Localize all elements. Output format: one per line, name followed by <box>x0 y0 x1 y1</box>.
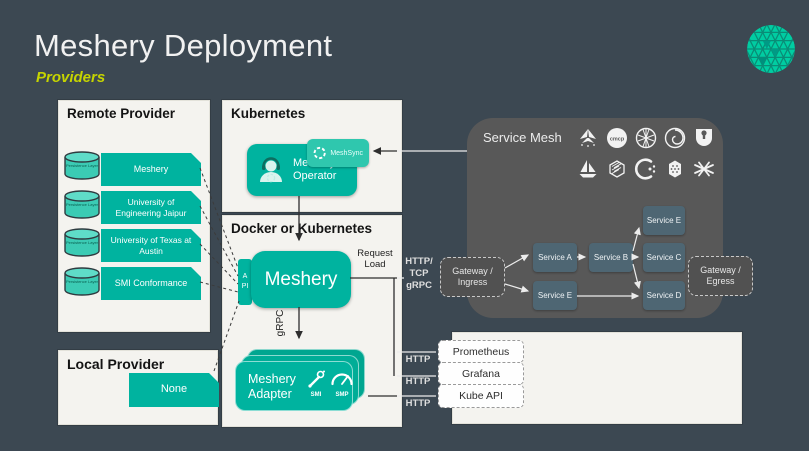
local-provider-title: Local Provider <box>67 356 164 372</box>
service-node-label: Service E <box>647 216 681 225</box>
service-node: Service A <box>533 243 577 272</box>
remote-provider-item: SMI Conformance <box>101 267 201 300</box>
remote-provider-item-label: SMI Conformance <box>115 278 188 289</box>
gateway-egress-box: Gateway / Egress <box>688 256 753 296</box>
remote-provider-item-label: Meshery <box>134 164 169 175</box>
service-node-label: Service D <box>647 291 682 300</box>
gateway-ingress-label: Gateway / Ingress <box>447 266 498 289</box>
kube-api-box: Kube API <box>438 384 524 408</box>
persistence-layer-label: Persistence Layer <box>65 203 99 207</box>
service-node: Service E <box>533 281 577 310</box>
http-label: HTTP <box>400 398 436 410</box>
meshery-logo-icon <box>746 24 796 74</box>
grafana-label: Grafana <box>462 368 500 380</box>
persistence-layer-label: Persistence Layer <box>65 241 99 245</box>
gateway-ingress-box: Gateway / Ingress <box>440 257 505 297</box>
service-node: Service D <box>643 281 685 310</box>
docker-kubernetes-title: Docker or Kubernetes <box>231 221 372 236</box>
remote-provider-title: Remote Provider <box>67 106 175 121</box>
weave-icon <box>692 157 716 181</box>
remote-provider-panel: Remote Provider Persistence Layer Mesher… <box>58 100 210 332</box>
request-load-label: Request Load <box>353 248 397 271</box>
svg-text:cmcp: cmcp <box>610 137 625 143</box>
shield-u-icon <box>692 126 716 150</box>
grpc-label: gRPC <box>275 303 289 343</box>
service-node-label: Service E <box>538 291 572 300</box>
http-tcp-grpc-label: HTTP/ TCP gRPC <box>400 256 438 292</box>
remote-provider-item: Meshery <box>101 153 201 186</box>
meshery-box: Meshery <box>251 251 351 308</box>
service-node: Service C <box>643 243 685 272</box>
hexagon-icon <box>663 157 687 181</box>
api-tab-label: API <box>241 272 249 293</box>
local-provider-panel: Local Provider None <box>58 350 218 425</box>
api-tab: API <box>238 259 252 305</box>
cmcp-badge-icon: cmcp <box>605 126 629 150</box>
remote-provider-item-label: University of Texas at Austin <box>105 235 197 256</box>
cube-mesh-icon <box>605 157 629 181</box>
crescent-dots-icon <box>634 157 658 181</box>
http-label: HTTP <box>400 354 436 366</box>
kubernetes-title: Kubernetes <box>231 106 305 121</box>
grafana-box: Grafana <box>438 362 524 385</box>
service-mesh-title: Service Mesh <box>483 130 562 145</box>
meshsync-label: MeshSync <box>330 150 363 157</box>
gateway-egress-label: Gateway / Egress <box>695 265 746 288</box>
meshery-adapter-label: Meshery Adapter <box>248 372 306 402</box>
remote-provider-item-label: University of Engineering Jaipur <box>105 197 197 218</box>
operator-headset-icon <box>255 154 287 186</box>
kubernetes-panel: Kubernetes Meshery Operator MeshSync <box>222 100 402 212</box>
remote-provider-item: University of Texas at Austin <box>101 229 201 262</box>
service-node: Service B <box>589 243 633 272</box>
swirl-icon <box>663 126 687 150</box>
prometheus-box: Prometheus <box>438 340 524 363</box>
smp-badge-label: SMP <box>332 392 352 398</box>
meshery-box-label: Meshery <box>265 269 338 291</box>
local-provider-item: None <box>129 373 219 407</box>
meshsync-box: MeshSync <box>307 139 369 167</box>
page-title: Meshery Deployment <box>34 28 332 64</box>
persistence-layer-label: Persistence Layer <box>65 164 99 168</box>
moth-icon <box>576 126 600 150</box>
mesh-sphere-icon <box>634 126 658 150</box>
docker-kubernetes-panel: Docker or Kubernetes API Meshery Request… <box>222 215 402 427</box>
sync-spinner-icon <box>313 146 326 160</box>
service-node-label: Service A <box>538 253 572 262</box>
http-label: HTTP <box>400 376 436 388</box>
kube-api-label: Kube API <box>459 390 503 402</box>
slide: Meshery Deployment Providers Remote Prov… <box>0 0 809 451</box>
local-provider-item-label: None <box>161 383 187 397</box>
service-node-label: Service B <box>594 253 628 262</box>
persistence-layer-label: Persistence Layer <box>65 280 99 284</box>
service-node: Service E <box>643 206 685 235</box>
meshery-adapter-box: Meshery Adapter SMI SMP <box>235 361 353 411</box>
smi-badge-label: SMI <box>306 392 326 398</box>
page-subtitle: Providers <box>36 69 105 86</box>
service-mesh-box: Service Mesh cmcp <box>467 118 723 318</box>
smi-tool-icon <box>306 369 326 391</box>
sailboat-icon <box>576 157 600 181</box>
smp-gauge-icon <box>330 369 354 391</box>
service-node-label: Service C <box>647 253 682 262</box>
remote-provider-item: University of Engineering Jaipur <box>101 191 201 224</box>
prometheus-label: Prometheus <box>453 346 510 358</box>
